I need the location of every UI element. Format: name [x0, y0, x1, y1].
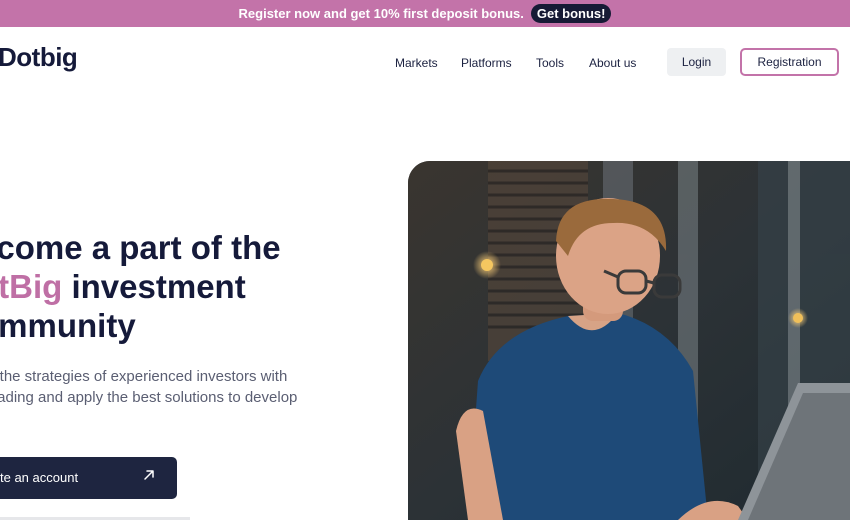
- hero-title: ecome a part of the otBig investment omm…: [0, 228, 378, 345]
- nav-item-about-us[interactable]: About us: [589, 56, 636, 70]
- hero-title-line3: ommunity: [0, 307, 136, 344]
- hero-title-accent: otBig: [0, 268, 63, 305]
- arrow-up-right-icon: [144, 470, 154, 480]
- get-bonus-button[interactable]: Get bonus!: [530, 4, 612, 23]
- promo-text: Register now and get 10% first deposit b…: [238, 6, 524, 21]
- login-button[interactable]: Login: [667, 48, 726, 76]
- hero-title-line2-rest: investment: [62, 268, 246, 305]
- hero-photo-illustration: [408, 161, 850, 520]
- nav-item-platforms[interactable]: Platforms: [461, 56, 512, 70]
- hero-subtitle: y the strategies of experienced investor…: [0, 366, 333, 429]
- site-header: Dotbig Markets Platforms Tools About us …: [0, 27, 850, 97]
- nav-item-markets[interactable]: Markets: [395, 56, 438, 70]
- dotbig-logo[interactable]: Dotbig: [0, 42, 78, 73]
- hero-title-line2: otBig investment: [0, 267, 378, 306]
- promo-banner: Register now and get 10% first deposit b…: [0, 0, 850, 27]
- hero-photo: [408, 161, 850, 520]
- registration-button[interactable]: Registration: [740, 48, 839, 76]
- hero-subtitle-line1: y the strategies of experienced investor…: [0, 368, 288, 385]
- hero-subtitle-line3: .: [0, 408, 333, 429]
- nav-item-tools[interactable]: Tools: [536, 56, 564, 70]
- create-account-button[interactable]: te an account: [0, 457, 177, 499]
- create-account-label: te an account: [0, 470, 79, 485]
- hero-title-line1: ecome a part of the: [0, 229, 281, 266]
- hero-subtitle-line2: trading and apply the best solutions to …: [0, 389, 298, 406]
